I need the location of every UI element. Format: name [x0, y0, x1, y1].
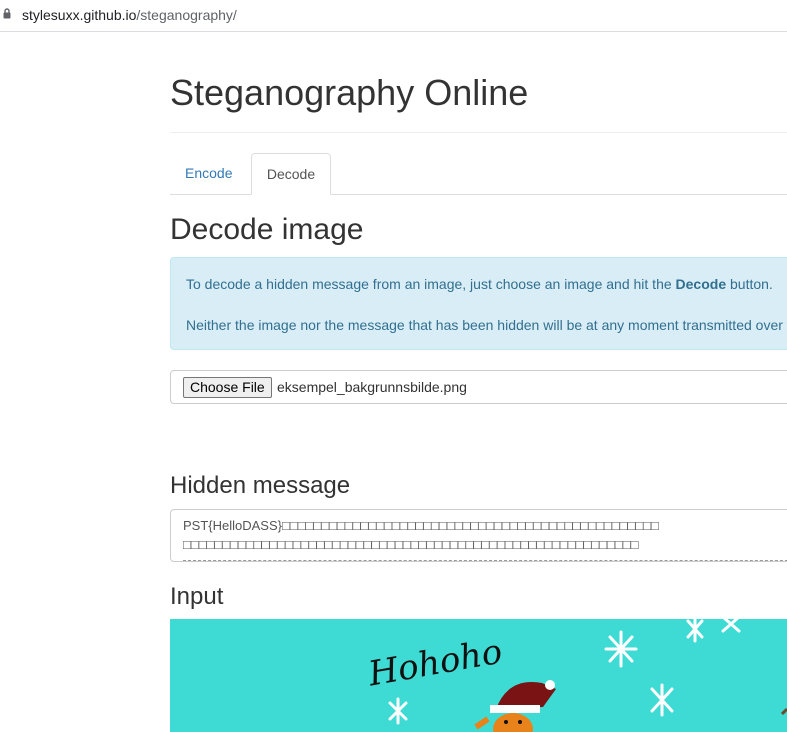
info-line-1: To decode a hidden message from an image… — [186, 276, 773, 292]
input-image-drawing: Hohoho — [170, 619, 787, 732]
tab-bar: Encode Decode — [170, 153, 787, 195]
input-image: Hohoho — [170, 619, 787, 732]
title-divider — [170, 132, 787, 133]
hidden-message-line-1: PST{HelloDASS}□□□□□□□□□□□□□□□□□□□□□□□□□□… — [183, 518, 659, 533]
info-bold-decode: Decode — [675, 276, 727, 292]
info-line-2: Neither the image nor the message that h… — [186, 317, 787, 333]
textarea-clipped-text — [183, 560, 787, 561]
input-heading: Input — [170, 583, 224, 610]
file-input[interactable]: Choose File eksempel_bakgrunnsbilde.png — [170, 370, 787, 404]
page-title: Steganography Online — [170, 72, 529, 113]
hidden-message-heading: Hidden message — [170, 472, 351, 499]
info-alert: To decode a hidden message from an image… — [170, 257, 787, 350]
hidden-message-line-2: □□□□□□□□□□□□□□□□□□□□□□□□□□□□□□□□□□□□□□□□… — [183, 537, 639, 552]
hidden-message-text: PST{HelloDASS}□□□□□□□□□□□□□□□□□□□□□□□□□□… — [183, 516, 787, 554]
url-path: /steganography/ — [136, 7, 237, 23]
tab-encode[interactable]: Encode — [170, 153, 247, 194]
info-text-before: To decode a hidden message from an image… — [186, 276, 676, 292]
lock-icon — [3, 8, 11, 19]
choose-file-button[interactable]: Choose File — [183, 377, 272, 398]
hidden-message-textarea[interactable]: PST{HelloDASS}□□□□□□□□□□□□□□□□□□□□□□□□□□… — [170, 509, 787, 562]
url-text[interactable]: stylesuxx.github.io/steganography/ — [22, 7, 237, 23]
tab-decode[interactable]: Decode — [251, 153, 331, 195]
url-host: stylesuxx.github.io — [22, 7, 137, 23]
info-text-after: button. — [726, 276, 773, 292]
selected-file-name: eksempel_bakgrunnsbilde.png — [277, 379, 467, 395]
browser-address-bar[interactable]: stylesuxx.github.io/steganography/ — [0, 0, 787, 32]
section-title: Decode image — [170, 213, 364, 246]
